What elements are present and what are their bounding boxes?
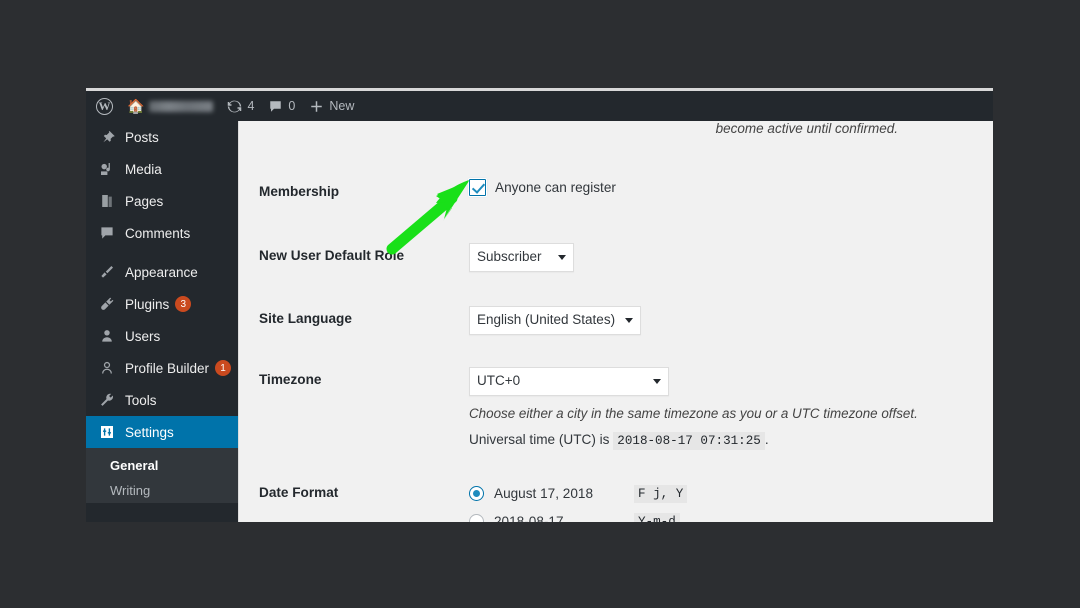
sidebar-label: Comments <box>125 226 190 241</box>
date-format-option-row[interactable]: August 17, 2018 F j, Y <box>469 480 993 508</box>
sidebar-item-tools[interactable]: Tools <box>86 384 238 416</box>
users-icon <box>97 328 117 344</box>
new-user-role-select-wrap: Subscriber <box>469 243 574 272</box>
admin-sidebar: Posts Media <box>86 121 238 522</box>
timezone-label: Timezone <box>259 365 469 387</box>
site-language-label: Site Language <box>259 304 469 326</box>
universal-time-line: Universal time (UTC) is 2018-08-17 07:31… <box>469 432 993 448</box>
new-content-menu-item[interactable]: New <box>302 91 361 121</box>
settings-submenu: General Writing <box>86 448 238 503</box>
membership-label: Membership <box>259 177 469 199</box>
sidebar-item-users[interactable]: Users <box>86 320 238 352</box>
new-user-role-field: Subscriber <box>469 241 993 272</box>
comments-icon <box>97 225 117 241</box>
membership-checkbox-row[interactable]: Anyone can register <box>469 179 993 196</box>
updates-count: 4 <box>247 99 254 113</box>
settings-icon <box>97 424 117 440</box>
profile-builder-badge: 1 <box>215 360 231 376</box>
plus-icon <box>309 99 324 114</box>
sidebar-item-settings[interactable]: Settings <box>86 416 238 448</box>
row-timezone: Timezone UTC+0 Choose either a city in t… <box>239 365 993 448</box>
membership-field: Anyone can register <box>469 177 993 196</box>
timezone-field: UTC+0 Choose either a city in the same t… <box>469 365 993 448</box>
date-format-option-row[interactable]: 2018-08-17 Y-m-d <box>469 508 993 522</box>
home-icon: 🏠 <box>127 99 144 113</box>
comments-menu-item[interactable]: 0 <box>261 91 302 121</box>
tools-icon <box>97 392 117 408</box>
media-icon <box>97 161 117 177</box>
timezone-select[interactable]: UTC+0 <box>469 367 669 396</box>
date-format-field: August 17, 2018 F j, Y 2018-08-17 Y-m-d <box>469 478 993 522</box>
new-user-role-select[interactable]: Subscriber <box>469 243 574 272</box>
plugins-update-badge: 3 <box>175 296 191 312</box>
new-label: New <box>329 99 354 113</box>
pages-icon <box>97 193 117 209</box>
row-membership: Membership Anyone can register <box>239 177 993 199</box>
membership-checkbox[interactable] <box>469 179 486 196</box>
sidebar-item-posts[interactable]: Posts <box>86 121 238 153</box>
sidebar-item-profile-builder[interactable]: Profile Builder 1 <box>86 352 238 384</box>
general-settings-form: Membership Anyone can register New User … <box>239 149 993 522</box>
site-name-redacted <box>149 101 213 112</box>
date-format-label: Date Format <box>259 478 469 500</box>
row-new-user-default-role: New User Default Role Subscriber <box>239 241 993 272</box>
submenu-item-general[interactable]: General <box>86 453 238 478</box>
sidebar-separator <box>86 249 238 256</box>
sidebar-label: Profile Builder <box>125 361 209 376</box>
sidebar-label: Posts <box>125 130 159 145</box>
site-language-select[interactable]: English (United States) <box>469 306 641 335</box>
wordpress-logo-icon: W <box>96 98 113 115</box>
sidebar-label: Pages <box>125 194 163 209</box>
profile-builder-icon <box>97 360 117 376</box>
sidebar-item-appearance[interactable]: Appearance <box>86 256 238 288</box>
new-user-role-label: New User Default Role <box>259 241 469 263</box>
submenu-item-writing[interactable]: Writing <box>86 478 238 503</box>
sidebar-item-media[interactable]: Media <box>86 153 238 185</box>
appearance-icon <box>97 264 117 280</box>
site-language-field: English (United States) <box>469 304 993 335</box>
comment-bubble-icon <box>268 99 283 114</box>
sidebar-item-plugins[interactable]: Plugins 3 <box>86 288 238 320</box>
sidebar-label: Tools <box>125 393 157 408</box>
sidebar-label: Media <box>125 162 162 177</box>
plugins-icon <box>97 296 117 312</box>
admin-bar: W 🏠 4 0 <box>86 91 993 121</box>
screenshot-frame: W 🏠 4 0 <box>86 88 993 522</box>
settings-general-content: become active until confirmed. Membershi… <box>238 121 993 522</box>
site-name-menu-item[interactable]: 🏠 <box>120 91 220 121</box>
date-format-code: Y-m-d <box>634 513 680 522</box>
sidebar-label: Users <box>125 329 160 344</box>
sidebar-label: Settings <box>125 425 174 440</box>
page-root: W 🏠 4 0 <box>0 0 1080 608</box>
universal-time-suffix: . <box>765 432 769 447</box>
date-format-radio-f-j-y[interactable] <box>469 486 484 501</box>
pin-icon <box>97 129 117 145</box>
row-site-language: Site Language English (United States) <box>239 304 993 335</box>
wp-logo-menu-item[interactable]: W <box>86 91 120 121</box>
updates-menu-item[interactable]: 4 <box>220 91 261 121</box>
date-format-code: F j, Y <box>634 485 687 503</box>
sidebar-item-comments[interactable]: Comments <box>86 217 238 249</box>
updates-icon <box>227 99 242 114</box>
site-language-select-wrap: English (United States) <box>469 306 641 335</box>
sidebar-label: Plugins <box>125 297 169 312</box>
sidebar-label: Appearance <box>125 265 198 280</box>
sidebar-item-pages[interactable]: Pages <box>86 185 238 217</box>
timezone-description: Choose either a city in the same timezon… <box>469 406 993 421</box>
date-format-text: 2018-08-17 <box>494 514 634 522</box>
membership-checkbox-label: Anyone can register <box>495 180 616 195</box>
universal-time-prefix: Universal time (UTC) is <box>469 432 609 447</box>
date-format-radio-y-m-d[interactable] <box>469 514 484 522</box>
comments-count: 0 <box>288 99 295 113</box>
row-date-format: Date Format August 17, 2018 F j, Y 2018-… <box>239 478 993 522</box>
timezone-select-wrap: UTC+0 <box>469 367 669 396</box>
universal-time-value: 2018-08-17 07:31:25 <box>613 432 765 450</box>
membership-intro-note: become active until confirmed. <box>716 121 898 136</box>
date-format-text: August 17, 2018 <box>494 486 634 501</box>
